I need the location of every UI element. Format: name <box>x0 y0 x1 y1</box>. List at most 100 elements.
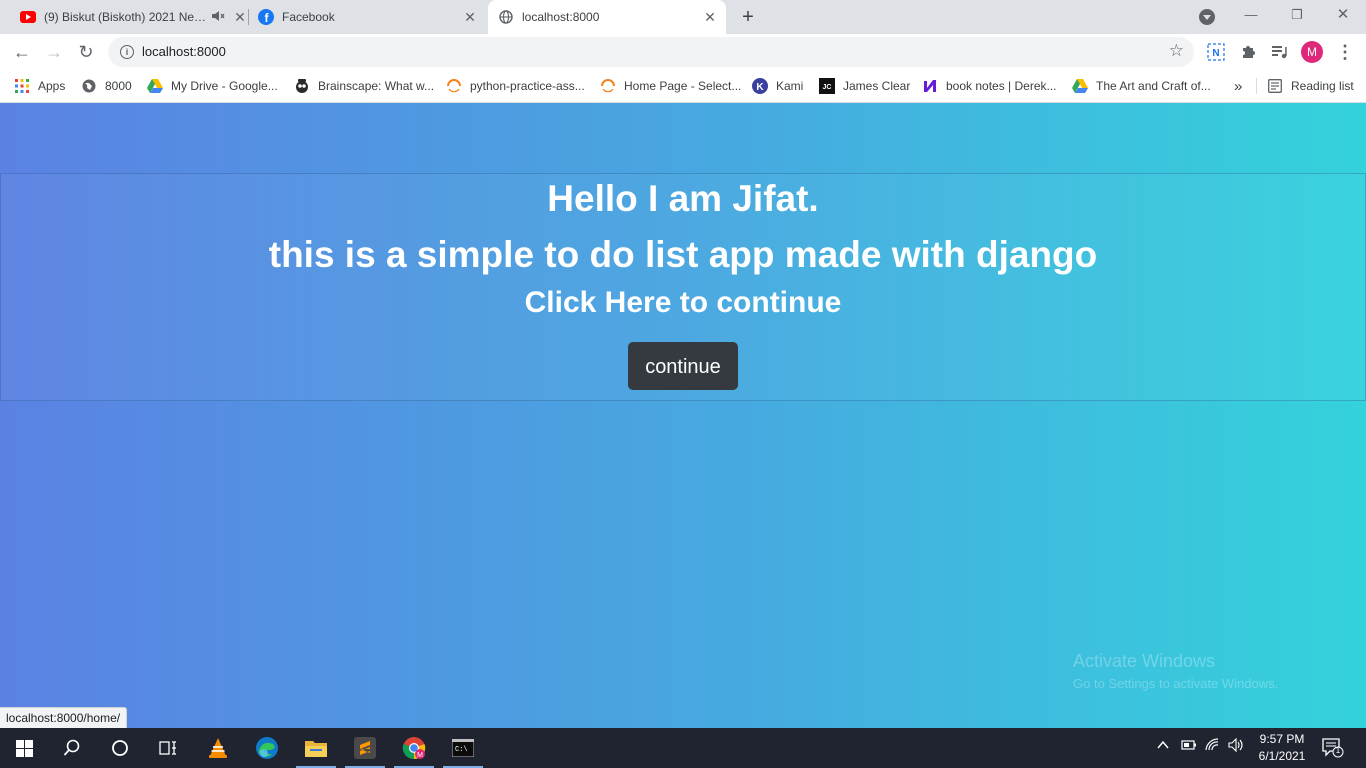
tab-facebook[interactable]: f Facebook ✕ <box>258 0 484 34</box>
network-indicator[interactable] <box>1205 738 1221 755</box>
clock-time: 9:57 PM <box>1259 732 1305 746</box>
url-text[interactable]: localhost:8000 <box>142 44 226 59</box>
cortana-button[interactable] <box>96 728 144 768</box>
tab-title: Facebook <box>282 10 335 24</box>
globe-icon <box>498 9 514 25</box>
show-hidden-icons-button[interactable] <box>1156 738 1170 755</box>
bookmarks-bar: Apps 8000 My Drive - Google... Brainscap… <box>0 70 1366 103</box>
tab-localhost[interactable]: localhost:8000 ✕ <box>488 0 726 34</box>
task-view-icon <box>159 741 176 755</box>
tab-strip: (9) Biskut (Biskoth) 2021 Ne… ✕ f Facebo… <box>0 0 1366 34</box>
derek-icon <box>922 78 938 94</box>
svg-text:N: N <box>1212 48 1219 59</box>
bookmark-star-icon[interactable]: ☆ <box>1169 41 1184 61</box>
notification-count: 1 <box>1335 746 1341 755</box>
bookmark-kami[interactable]: K Kami <box>752 76 803 96</box>
tab-divider <box>248 9 249 25</box>
link-status-bubble: localhost:8000/home/ <box>0 707 128 728</box>
close-tab-icon[interactable]: ✕ <box>702 9 718 25</box>
close-tab-icon[interactable]: ✕ <box>462 9 478 25</box>
page-viewport: Hello I am Jifat. this is a simple to do… <box>0 103 1366 728</box>
close-tab-icon[interactable]: ✕ <box>232 9 248 25</box>
address-bar[interactable]: i localhost:8000 ☆ <box>108 37 1194 67</box>
bookmark-brainscape[interactable]: Brainscape: What w... <box>294 76 434 96</box>
cortana-icon <box>112 740 128 756</box>
sublime-taskbar-button[interactable] <box>341 728 389 768</box>
google-drive-icon <box>1072 78 1088 94</box>
bookmark-label: My Drive - Google... <box>171 79 278 93</box>
back-button[interactable]: ← <box>10 40 34 64</box>
tab-title: (9) Biskut (Biskoth) 2021 Ne… <box>44 10 207 24</box>
tab-title: localhost:8000 <box>522 10 600 24</box>
sublime-text-icon <box>354 737 376 759</box>
bookmark-label: 8000 <box>105 79 132 93</box>
minimize-button[interactable]: — <box>1228 0 1274 30</box>
continue-button[interactable]: continue <box>628 342 738 390</box>
bookmark-book-notes[interactable]: book notes | Derek... <box>922 76 1057 96</box>
extensions-puzzle-icon[interactable] <box>1238 42 1258 62</box>
close-window-button[interactable]: ✕ <box>1320 0 1366 30</box>
wifi-icon <box>1205 738 1219 751</box>
reading-list-label: Reading list <box>1291 79 1354 93</box>
svg-text:JC: JC <box>823 84 832 91</box>
globe-icon <box>81 78 97 94</box>
continue-prompt: Click Here to continue <box>524 286 842 319</box>
reload-button[interactable]: ↻ <box>74 40 98 64</box>
restore-button[interactable]: ❐ <box>1274 0 1320 30</box>
browser-toolbar: ← → ↻ i localhost:8000 ☆ N M ⋮ <box>0 34 1366 70</box>
windows-taskbar: M C:\ 9:57 PM 6/1/2021 1 <box>0 728 1366 768</box>
site-info-icon[interactable]: i <box>120 45 134 59</box>
bookmark-label: James Clear <box>843 79 911 93</box>
profile-avatar[interactable]: M <box>1301 41 1323 63</box>
mute-icon[interactable] <box>210 9 226 25</box>
bookmark-home-page[interactable]: Home Page - Select... <box>600 76 741 96</box>
vlc-icon <box>209 738 227 758</box>
bookmark-8000[interactable]: 8000 <box>81 76 132 96</box>
file-explorer-taskbar-button[interactable] <box>292 728 340 768</box>
command-prompt-icon: C:\ <box>452 739 474 757</box>
bookmark-label: book notes | Derek... <box>946 79 1057 93</box>
facebook-icon: f <box>258 9 274 25</box>
bookmark-apps[interactable]: Apps <box>14 76 65 96</box>
new-tab-button[interactable]: + <box>738 7 758 27</box>
task-view-button[interactable] <box>144 728 192 768</box>
bookmark-my-drive[interactable]: My Drive - Google... <box>147 76 278 96</box>
bookmark-james-clear[interactable]: JC James Clear <box>819 76 910 96</box>
bookmark-label: Kami <box>776 79 804 93</box>
bookmark-label: Home Page - Select... <box>624 79 742 93</box>
edge-taskbar-button[interactable] <box>243 728 291 768</box>
search-button[interactable] <box>48 728 96 768</box>
tab-search-icon[interactable] <box>1199 9 1215 25</box>
media-controls-icon[interactable] <box>1270 42 1290 62</box>
bookmark-label: python-practice-ass... <box>470 79 585 93</box>
folder-icon <box>305 741 327 757</box>
terminal-taskbar-button[interactable]: C:\ <box>439 728 487 768</box>
notion-extension-icon[interactable]: N <box>1206 42 1226 62</box>
vlc-taskbar-button[interactable] <box>194 728 242 768</box>
forward-button[interactable]: → <box>42 40 66 64</box>
bookmark-label: Brainscape: What w... <box>318 79 435 93</box>
bookmark-label: Apps <box>38 79 66 93</box>
chrome-taskbar-button[interactable]: M <box>390 728 438 768</box>
activate-windows-watermark: Activate Windows Go to Settings to activ… <box>1073 651 1278 691</box>
hero-jumbotron: Hello I am Jifat. this is a simple to do… <box>0 173 1366 401</box>
reading-list-button[interactable]: Reading list <box>1267 76 1354 96</box>
system-clock[interactable]: 9:57 PM 6/1/2021 <box>1250 731 1314 765</box>
page-subheading: this is a simple to do list app made wit… <box>268 234 1098 275</box>
spinner-icon <box>600 78 616 94</box>
volume-indicator[interactable] <box>1228 737 1246 755</box>
start-button[interactable] <box>0 728 48 768</box>
tab-youtube[interactable]: (9) Biskut (Biskoth) 2021 Ne… ✕ <box>12 0 254 34</box>
action-center-button[interactable]: 1 <box>1322 738 1344 758</box>
bookmarks-divider <box>1256 78 1257 94</box>
chevron-up-icon <box>1157 740 1169 749</box>
bookmarks-overflow-button[interactable]: » <box>1234 76 1242 96</box>
kami-icon: K <box>752 78 768 94</box>
youtube-icon <box>20 9 36 25</box>
bookmark-art-and-craft[interactable]: The Art and Craft of... <box>1072 76 1211 96</box>
bookmark-python-practice[interactable]: python-practice-ass... <box>446 76 585 96</box>
battery-indicator[interactable] <box>1181 738 1197 755</box>
spinner-icon <box>446 78 462 94</box>
reading-list-icon <box>1267 78 1283 94</box>
chrome-menu-icon[interactable]: ⋮ <box>1336 41 1354 63</box>
